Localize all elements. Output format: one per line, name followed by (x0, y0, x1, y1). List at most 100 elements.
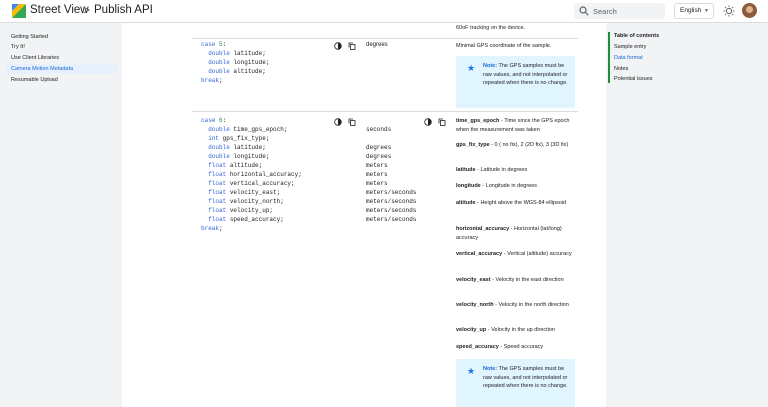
field-name: longitude (456, 183, 481, 189)
field-text: - Height above the WGS-84 ellipsoid (475, 200, 567, 206)
note-label: Note: (483, 63, 498, 69)
star-icon: ★ (467, 63, 476, 73)
language-select[interactable]: English ▼ (674, 3, 714, 19)
field-text: - Speed accuracy (498, 344, 544, 350)
dark-theme-toggle-icon[interactable] (334, 118, 342, 126)
toc-item-data-format[interactable]: Data format (614, 55, 643, 61)
breadcrumb-page[interactable]: Publish API (94, 4, 153, 16)
unit-cell: degrees (366, 144, 392, 151)
star-icon: ★ (467, 366, 476, 376)
code-line: float speed_accuracy; (208, 216, 284, 223)
code-block-case6: case 6: double time_gps_epoch; int gps_f… (201, 116, 302, 233)
note-box: ★ Note: The GPS samples must be raw valu… (456, 56, 575, 108)
field-description: velocity_up - Velocity in the up directi… (456, 326, 581, 335)
code-line: float velocity_north; (208, 198, 284, 205)
unit-cell: degrees (366, 42, 388, 48)
field-description: altitude - Height above the WGS-84 ellip… (456, 199, 574, 208)
dark-theme-toggle-icon[interactable] (424, 118, 432, 126)
left-sidebar: Getting Started Try It! Use Client Libra… (0, 23, 122, 407)
field-text: - Latitude in degrees (475, 167, 528, 173)
sidebar-item-resumable-upload[interactable]: Resumable Upload (6, 75, 118, 85)
code-line: double longitude; (208, 59, 270, 66)
toc-title: Table of contents (614, 33, 660, 39)
code-line: case 5: (201, 41, 227, 48)
field-name: altitude (456, 200, 476, 206)
code-line: float velocity_up; (208, 207, 274, 214)
breadcrumb-separator: > (83, 3, 91, 17)
code-line: double latitude; (208, 50, 266, 57)
code-line: break; (201, 77, 223, 84)
field-name: speed_accuracy (456, 344, 499, 350)
unit-cell: meters (366, 162, 388, 169)
code-line: case 6: (201, 117, 227, 124)
field-name: vertical_accuracy (456, 251, 503, 257)
chevron-down-icon: ▼ (704, 8, 709, 14)
field-name: gps_fix_type (456, 142, 490, 148)
field-text: - Longitude in degrees (480, 183, 538, 189)
field-description: latitude - Latitude in degrees (456, 166, 574, 175)
field-name: latitude (456, 167, 476, 173)
sidebar-item-try-it[interactable]: Try It! (6, 42, 118, 52)
sidebar-item-client-libraries[interactable]: Use Client Libraries (6, 53, 118, 63)
field-text: - Vertical (altitude) accuracy (502, 251, 572, 257)
brand-title[interactable]: Street View (30, 4, 89, 16)
field-text: - Velocity in the east direction (490, 277, 564, 283)
unit-cell: meters/seconds (366, 216, 417, 223)
unit-cell-empty (366, 134, 416, 143)
field-description: longitude - Longitude in degrees (456, 182, 574, 191)
units-column: seconds degrees degrees meters meters me… (366, 125, 416, 224)
field-name: velocity_up (456, 327, 487, 333)
code-line: float altitude; (208, 162, 263, 169)
toc-indicator (608, 32, 610, 83)
copy-icon[interactable] (348, 118, 356, 126)
note-box: ★ Note: The GPS samples must be raw valu… (456, 359, 575, 407)
description-cell: Minimal GPS coordinate of the sample. (456, 43, 552, 49)
unit-cell: degrees (366, 153, 392, 160)
table-divider (192, 111, 578, 112)
unit-cell: meters/seconds (366, 207, 417, 214)
note-label: Note: (483, 366, 498, 372)
note-text: Note: The GPS samples must be raw values… (483, 365, 569, 391)
note-text: Note: The GPS samples must be raw values… (483, 62, 569, 88)
dark-theme-toggle-icon[interactable] (334, 42, 342, 50)
unit-cell: meters (366, 171, 388, 178)
unit-cell: meters/seconds (366, 198, 417, 205)
field-name: horizontal_accuracy (456, 226, 510, 232)
table-divider (192, 38, 578, 39)
sidebar-item-getting-started[interactable]: Getting Started (6, 32, 118, 42)
code-line: double latitude; (208, 144, 266, 151)
unit-cell: meters (366, 180, 388, 187)
field-description: velocity_east - Velocity in the east dir… (456, 276, 574, 285)
toc-item-notes[interactable]: Notes (614, 66, 628, 72)
language-label: English (680, 7, 702, 14)
search-input[interactable] (593, 4, 661, 18)
main-content: 60oF tracking on the device. case 5: dou… (122, 23, 606, 407)
avatar[interactable] (742, 3, 757, 18)
search-box[interactable] (574, 3, 665, 19)
code-line: int gps_fix_type; (208, 135, 270, 142)
field-text: - Velocity in the north direction (493, 302, 569, 308)
field-name: velocity_east (456, 277, 491, 283)
field-description: time_gps_epoch - Time since the GPS epoc… (456, 117, 574, 134)
field-description: horizontal_accuracy - Horizontal (lat/lo… (456, 225, 574, 242)
unit-cell: meters/seconds (366, 189, 417, 196)
code-line: double time_gps_epoch; (208, 126, 288, 133)
field-text: - 0 ( no fix), 2 (2D fix), 3 (3D fix) (489, 142, 569, 148)
copy-icon[interactable] (348, 42, 356, 50)
field-text: - Velocity in the up direction (486, 327, 556, 333)
brightness-icon[interactable] (723, 5, 735, 17)
field-name: time_gps_epoch (456, 118, 500, 124)
street-view-logo-icon[interactable] (12, 4, 26, 18)
toc-item-sample-entry[interactable]: Sample entry (614, 44, 646, 50)
code-block-case5: case 5: double latitude; double longitud… (201, 40, 269, 85)
sidebar-item-camera-motion-metadata[interactable]: Camera Motion Metadata (6, 64, 118, 74)
search-icon (579, 6, 589, 16)
code-line: double longitude; (208, 153, 270, 160)
field-description: speed_accuracy - Speed accuracy (456, 343, 574, 352)
code-line: break; (201, 225, 223, 232)
copy-icon[interactable] (438, 118, 446, 126)
field-name: velocity_north (456, 302, 494, 308)
toc-item-potential-issues[interactable]: Potential issues (614, 76, 653, 82)
table-of-contents: Table of contents Sample entry Data form… (606, 23, 768, 407)
top-header: Street View > Publish API English ▼ (0, 0, 768, 23)
